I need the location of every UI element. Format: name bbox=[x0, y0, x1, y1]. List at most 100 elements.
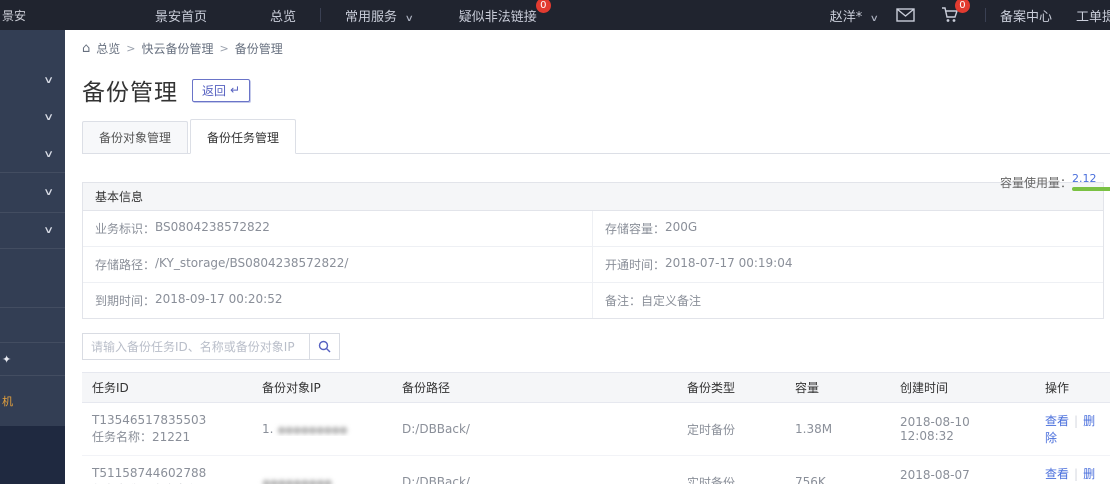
nav-item-illegal-links[interactable]: 疑似非法链接 0 bbox=[459, 6, 537, 25]
field-expire-time: 到期时间： 2018-09-17 00:20:52 bbox=[83, 283, 593, 318]
chevron-down-icon: ∨ bbox=[43, 225, 54, 236]
title-row: 备份管理 返回 ↵ bbox=[82, 73, 1110, 107]
chevron-down-icon: ∨ bbox=[43, 75, 54, 86]
field-label: 业务标识： bbox=[95, 220, 155, 237]
cart-button[interactable]: 0 bbox=[941, 7, 959, 23]
back-button-label: 返回 bbox=[202, 82, 226, 99]
breadcrumb-separator: > bbox=[220, 42, 229, 55]
cell-target-ip: 1. ●●●●●●●●● bbox=[252, 422, 392, 436]
notification-badge: 0 bbox=[536, 0, 551, 13]
cell-type: 定时备份 bbox=[677, 421, 785, 438]
col-type: 备份类型 bbox=[677, 379, 785, 396]
sidebar-item-6[interactable] bbox=[0, 249, 65, 308]
cell-actions: 查看|删除 bbox=[1035, 412, 1110, 446]
clipped-menu-icon: ✦ bbox=[2, 353, 15, 366]
capacity-value: 2.12 bbox=[1072, 172, 1110, 185]
cell-created: 2018-08-10 12:08:32 bbox=[890, 415, 1035, 443]
table-row: T51158744602788 任务名称：容灾备份 ●●●●●●●●● D:/D… bbox=[82, 456, 1110, 484]
mail-button[interactable] bbox=[896, 8, 915, 22]
cell-type: 实时备份 bbox=[677, 474, 785, 484]
field-value: 2018-09-17 00:20:52 bbox=[155, 292, 282, 309]
breadcrumb-current: 备份管理 bbox=[235, 40, 283, 57]
basic-info-grid: 业务标识： BS0804238572822 存储容量： 200G 存储路径： /… bbox=[83, 211, 1103, 318]
tab-backup-objects[interactable]: 备份对象管理 bbox=[82, 121, 188, 153]
link-beian-center[interactable]: 备案中心 bbox=[1000, 6, 1052, 25]
app-window: 景安 景安首页 总览 常用服务 ∨ 疑似非法链接 0 赵洋* ∨ bbox=[0, 0, 1110, 484]
field-business-id: 业务标识： BS0804238572822 bbox=[83, 211, 593, 247]
link-work-order[interactable]: 工单提交 bbox=[1076, 6, 1110, 25]
nav-illegal-label: 疑似非法链接 bbox=[459, 10, 537, 25]
tab-backup-tasks[interactable]: 备份任务管理 bbox=[190, 119, 296, 154]
action-divider: | bbox=[1074, 467, 1078, 481]
view-link[interactable]: 查看 bbox=[1045, 414, 1069, 428]
user-menu[interactable]: 赵洋* ∨ bbox=[830, 6, 878, 25]
field-open-time: 开通时间： 2018-07-17 00:19:04 bbox=[593, 247, 1103, 283]
field-label: 存储容量： bbox=[605, 220, 665, 237]
field-storage-capacity: 存储容量： 200G bbox=[593, 211, 1103, 247]
sidebar-item-3[interactable]: ∨ bbox=[0, 136, 65, 173]
capacity-label: 容量使用量： bbox=[1000, 174, 1072, 191]
cell-actions: 查看|删除 bbox=[1035, 465, 1110, 484]
user-name-label: 赵洋* bbox=[830, 10, 863, 25]
sidebar: ∨ ∨ ∨ ∨ ∨ ✦ 机 bbox=[0, 30, 65, 484]
action-divider: | bbox=[1074, 414, 1078, 428]
field-value: 2018-07-17 00:19:04 bbox=[665, 256, 792, 273]
topbar-right: 赵洋* ∨ 0 备案中心 工单提交 bbox=[830, 6, 1110, 25]
field-label: 到期时间： bbox=[95, 292, 155, 309]
cell-task-id: T13546517835503 任务名称：21221 bbox=[82, 412, 252, 446]
back-button[interactable]: 返回 ↵ bbox=[192, 79, 250, 102]
envelope-icon bbox=[896, 8, 915, 22]
sidebar-item-5[interactable]: ∨ bbox=[0, 213, 65, 249]
breadcrumb-overview[interactable]: 总览 bbox=[96, 40, 120, 57]
cell-created: 2018-08-07 16:27:09 bbox=[890, 468, 1035, 484]
cell-size: 756K bbox=[785, 475, 890, 484]
basic-info-header: 基本信息 bbox=[83, 183, 1103, 211]
nav-item-services[interactable]: 常用服务 ∨ bbox=[345, 6, 413, 25]
sidebar-item-4[interactable]: ∨ bbox=[0, 173, 65, 213]
col-task-id: 任务ID bbox=[82, 379, 252, 396]
nav-divider bbox=[320, 8, 321, 22]
capacity-usage: 容量使用量： 2.12 bbox=[1000, 172, 1110, 191]
clipped-menu-label: 机 bbox=[2, 393, 15, 409]
field-storage-path: 存储路径： /KY_storage/BS0804238572822/ bbox=[83, 247, 593, 283]
breadcrumb-kuaiyun-backup[interactable]: 快云备份管理 bbox=[142, 40, 214, 57]
tab-bar: 备份对象管理 备份任务管理 bbox=[82, 124, 1110, 154]
sidebar-item-2[interactable]: ∨ bbox=[0, 99, 65, 136]
search-row bbox=[82, 333, 1110, 360]
field-label: 存储路径： bbox=[95, 256, 155, 273]
cell-target-ip: ●●●●●●●●● bbox=[252, 475, 392, 484]
view-link[interactable]: 查看 bbox=[1045, 467, 1069, 481]
redacted-ip: ●●●●●●●●● bbox=[262, 478, 332, 484]
sidebar-item-9-active[interactable]: 机 bbox=[0, 376, 65, 426]
sidebar-item-8[interactable]: ✦ bbox=[0, 343, 65, 376]
task-name: 任务名称：21221 bbox=[92, 429, 242, 446]
return-arrow-icon: ↵ bbox=[230, 83, 240, 97]
backup-task-table: 任务ID 备份对象IP 备份路径 备份类型 容量 创建时间 操作 T135465… bbox=[82, 372, 1110, 484]
sidebar-item-1[interactable]: ∨ bbox=[0, 62, 65, 99]
nav-item-home[interactable]: 景安首页 bbox=[155, 6, 207, 25]
chevron-down-icon: ∨ bbox=[43, 149, 54, 160]
col-target-ip: 备份对象IP bbox=[252, 379, 392, 396]
col-actions: 操作 bbox=[1035, 379, 1110, 396]
chevron-down-icon: ∨ bbox=[43, 187, 54, 198]
field-value: 自定义备注 bbox=[641, 292, 701, 309]
table-header-row: 任务ID 备份对象IP 备份路径 备份类型 容量 创建时间 操作 bbox=[82, 372, 1110, 403]
table-row: T13546517835503 任务名称：21221 1. ●●●●●●●●● … bbox=[82, 403, 1110, 456]
col-size: 容量 bbox=[785, 379, 890, 396]
basic-info-panel: 基本信息 业务标识： BS0804238572822 存储容量： 200G 存储… bbox=[82, 182, 1104, 319]
cell-size: 1.38M bbox=[785, 422, 890, 436]
breadcrumb-separator: > bbox=[126, 42, 135, 55]
field-label: 开通时间： bbox=[605, 256, 665, 273]
search-icon bbox=[318, 340, 331, 353]
ip-prefix: 1. bbox=[262, 422, 273, 436]
sidebar-item-7[interactable] bbox=[0, 308, 65, 343]
cell-path: D:/DBBack/ bbox=[392, 475, 677, 484]
redacted-ip: ●●●●●●●●● bbox=[277, 425, 347, 436]
search-button[interactable] bbox=[310, 333, 340, 360]
field-value: 200G bbox=[665, 220, 697, 237]
nav-item-overview[interactable]: 总览 bbox=[270, 6, 296, 25]
chevron-down-icon: ∨ bbox=[870, 14, 879, 24]
search-input[interactable] bbox=[82, 333, 310, 360]
breadcrumb: ⌂ 总览 > 快云备份管理 > 备份管理 bbox=[82, 40, 1110, 57]
cell-task-id: T51158744602788 任务名称：容灾备份 bbox=[82, 465, 252, 484]
